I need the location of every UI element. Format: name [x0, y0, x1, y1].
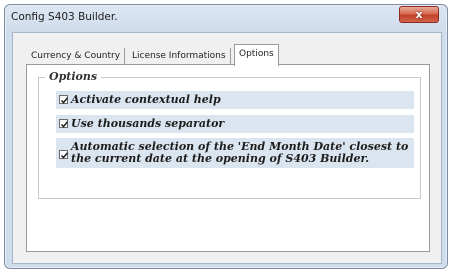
close-button[interactable]: x — [399, 6, 439, 23]
check-icon — [60, 97, 69, 104]
thousands-separator-label: Use thousands separator — [71, 117, 225, 130]
check-icon — [60, 121, 69, 128]
contextual-help-checkbox[interactable] — [59, 95, 69, 104]
tab-currency-country[interactable]: Currency & Country — [27, 48, 126, 65]
option-auto-end-month-date[interactable]: Automatic selection of the 'End Month Da… — [56, 138, 414, 168]
title-bar[interactable]: Config S403 Builder. x — [5, 5, 447, 31]
check-icon — [60, 152, 69, 159]
tab-options[interactable]: Options — [234, 44, 279, 66]
options-tab-page: Options Activate contextual help Use tho… — [26, 64, 430, 252]
auto-end-month-date-label: Automatic selection of the 'End Month Da… — [71, 140, 409, 165]
tab-license-informations[interactable]: License Informations — [128, 48, 231, 65]
options-group-legend: Options — [45, 70, 102, 83]
dialog-client-area: Currency & Country License Informations … — [12, 32, 442, 264]
thousands-separator-checkbox[interactable] — [59, 119, 69, 128]
auto-end-month-date-checkbox[interactable] — [59, 150, 69, 159]
contextual-help-label: Activate contextual help — [71, 93, 221, 106]
close-icon: x — [415, 8, 423, 21]
options-groupbox: Options Activate contextual help Use tho… — [38, 70, 421, 199]
config-window: Config S403 Builder. x Currency & Countr… — [4, 4, 448, 269]
window-title: Config S403 Builder. — [11, 11, 118, 23]
option-thousands-separator[interactable]: Use thousands separator — [56, 115, 414, 133]
option-contextual-help[interactable]: Activate contextual help — [56, 91, 414, 109]
